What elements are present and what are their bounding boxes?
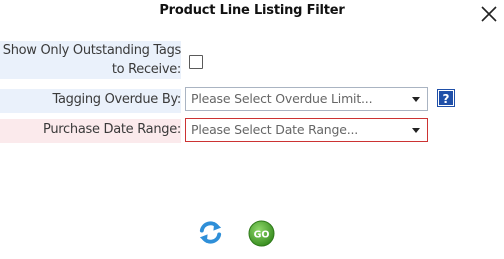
close-icon[interactable] <box>477 2 501 26</box>
overdue-label: Tagging Overdue By: <box>0 89 181 113</box>
go-button[interactable]: GO <box>248 220 275 247</box>
chevron-down-icon <box>412 97 420 102</box>
overdue-select[interactable]: Please Select Overdue Limit... <box>185 87 428 111</box>
go-icon: GO <box>248 220 275 247</box>
overdue-select-value: Please Select Overdue Limit... <box>191 91 373 106</box>
purchase-date-label: Purchase Date Range: <box>0 119 181 143</box>
outstanding-tags-checkbox[interactable] <box>189 55 203 69</box>
help-icon[interactable]: ? <box>437 89 455 107</box>
svg-text:?: ? <box>443 92 450 106</box>
outstanding-tags-label: Show Only Outstanding Tags to Receive: <box>0 41 181 79</box>
refresh-icon[interactable] <box>197 219 224 246</box>
dialog-title: Product Line Listing Filter <box>159 3 345 18</box>
chevron-down-icon <box>412 128 420 133</box>
purchase-date-select-value: Please Select Date Range... <box>191 122 359 137</box>
go-label: GO <box>254 230 270 241</box>
purchase-date-select[interactable]: Please Select Date Range... <box>185 118 428 142</box>
